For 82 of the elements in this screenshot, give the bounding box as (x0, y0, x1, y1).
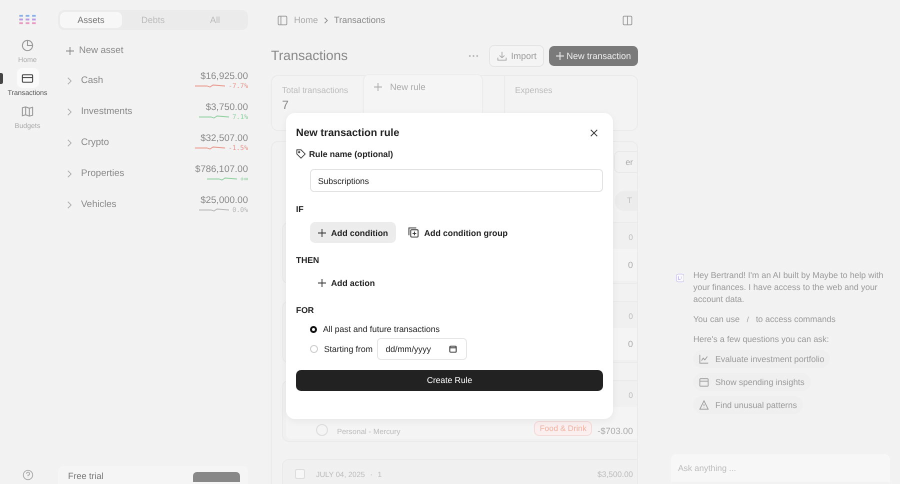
chat-text: Here's a few questions you can ask: (693, 333, 830, 345)
radio-button[interactable] (310, 326, 317, 332)
date-field[interactable]: dd/mm/yyyy (376, 338, 467, 360)
warning-icon (699, 400, 710, 410)
add-action-button[interactable]: Add action (310, 273, 383, 293)
stat-label: Total transactions (282, 85, 348, 95)
section-label: THEN (296, 255, 320, 265)
trial-label: Free trial (68, 471, 104, 481)
page-title: Transactions (271, 48, 348, 63)
account-balance: $786,107.00 (195, 164, 248, 175)
plus-icon (374, 83, 382, 91)
sparkline (199, 113, 230, 121)
dialog-title: New transaction rule (296, 127, 400, 139)
checkbox[interactable] (295, 469, 305, 479)
sidebar-toggle-icon[interactable] (277, 14, 288, 26)
help-icon[interactable] (22, 469, 34, 481)
chevron-right-icon[interactable] (67, 170, 72, 178)
account-balance: $32,507.00 (200, 133, 248, 144)
wallet-icon (699, 377, 710, 387)
stat-value: 7 (282, 98, 290, 112)
account-balance: $16,925.00 (200, 71, 248, 82)
breadcrumb-link[interactable]: Home (294, 15, 318, 25)
breadcrumb-link[interactable]: Transactions (334, 15, 386, 25)
sparkline (207, 175, 238, 183)
add-condition-button[interactable]: Add condition (310, 222, 396, 243)
transaction-amount: 0 (628, 339, 633, 349)
account-name[interactable]: Investments (81, 106, 132, 117)
chevron-right-icon[interactable] (67, 200, 72, 208)
filter-button[interactable]: er (614, 151, 637, 173)
rule-name-field[interactable]: Subscriptions (310, 169, 603, 192)
tag-icon (296, 149, 306, 159)
stat-label: Expenses (515, 85, 554, 95)
plus-icon (318, 279, 326, 287)
sparkline (195, 144, 226, 152)
category-tag[interactable]: Food & Drink (534, 421, 592, 436)
credit-card-icon (21, 72, 34, 84)
account-name[interactable]: Vehicles (81, 199, 116, 210)
avatar-circle (316, 424, 328, 436)
plus-icon (556, 52, 564, 60)
logo-icon (18, 14, 37, 25)
option-label[interactable]: Starting from (324, 344, 373, 354)
download-icon (496, 50, 507, 60)
new-rule-item[interactable]: New rule (372, 82, 426, 92)
chevron-right-icon[interactable] (67, 138, 72, 146)
plus-icon (66, 46, 74, 54)
create-rule-button[interactable]: Create Rule (296, 370, 603, 391)
separator-dot: · (370, 470, 373, 478)
chat-input[interactable]: Ask anything ... (671, 454, 890, 482)
chat-text: to access commands (756, 314, 836, 324)
transaction-amount: -$703.00 (597, 426, 633, 436)
option-label[interactable]: All past and future transactions (323, 324, 440, 334)
chevron-right-icon[interactable] (67, 76, 72, 84)
new-transaction-button[interactable]: New transaction (549, 46, 638, 66)
account-tab[interactable]: Assets (60, 12, 122, 28)
new-asset-button[interactable]: New asset (66, 45, 248, 56)
panel-toggle-icon[interactable] (622, 14, 633, 26)
account-balance: $25,000.00 (200, 195, 248, 206)
section-label: IF (296, 204, 305, 214)
transaction-amount: 0 (628, 260, 633, 270)
import-button[interactable]: Import (488, 44, 544, 66)
chart-icon (699, 354, 710, 364)
chat-message: Hey Bertrand! I'm an AI built by Maybe to help with your finances. I have access to the web and your account data. (693, 269, 884, 305)
close-icon[interactable] (590, 129, 598, 137)
sparkline (199, 206, 230, 214)
account-name[interactable]: Properties (81, 168, 124, 179)
chevron-right-icon (324, 16, 328, 24)
plus-icon (318, 228, 326, 236)
add-condition-group-button[interactable]: Add condition group (400, 222, 516, 243)
field-label: Rule name (optional) (309, 149, 394, 159)
upgrade-button[interactable] (193, 472, 240, 482)
account-name[interactable]: Crypto (81, 137, 109, 148)
more-icon[interactable] (468, 54, 479, 58)
pie-chart-icon (21, 38, 34, 52)
account-balance: $3,750.00 (206, 102, 248, 113)
account-name[interactable]: Cash (81, 75, 104, 86)
map-icon (21, 104, 34, 118)
add-group-icon (408, 227, 420, 238)
chevron-right-icon[interactable] (67, 108, 72, 116)
nav-button[interactable] (16, 68, 38, 88)
chat-text: You can use (693, 314, 740, 324)
section-label: FOR (296, 305, 315, 315)
sparkline (195, 82, 226, 90)
